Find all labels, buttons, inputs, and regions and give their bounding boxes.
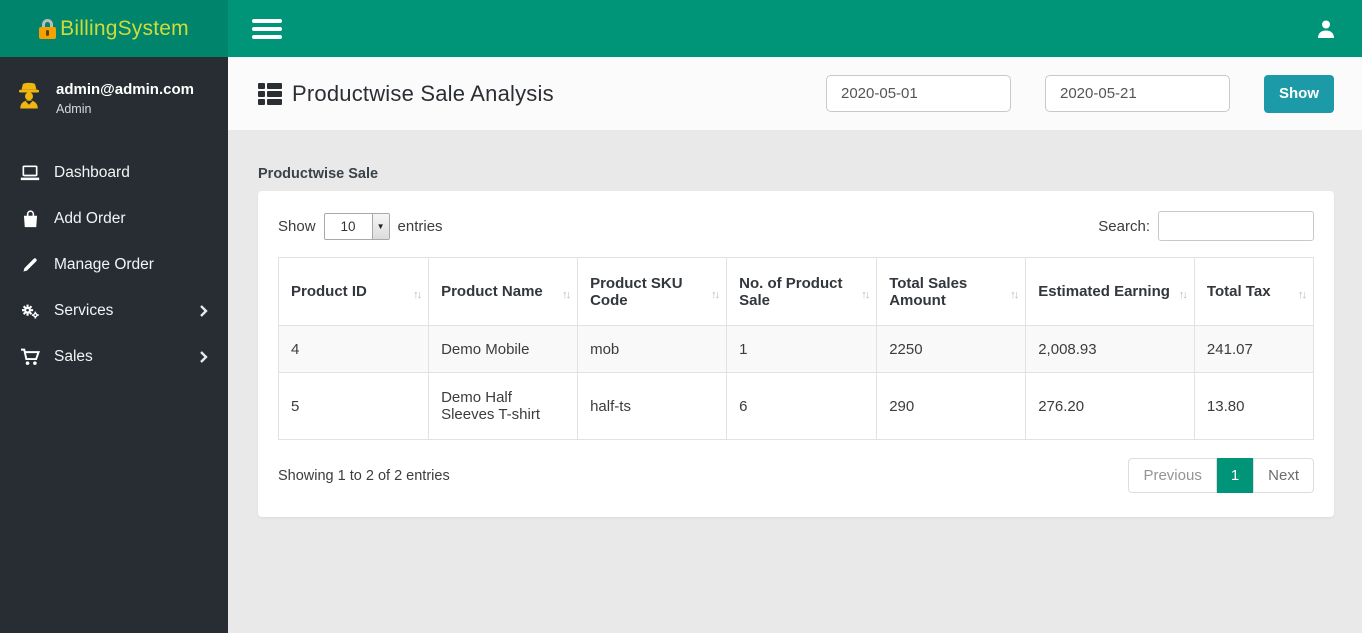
shopping-bag-icon bbox=[20, 210, 40, 228]
brand-logo[interactable]: BillingSystem bbox=[0, 0, 228, 57]
brand-name: BillingSystem bbox=[60, 16, 189, 40]
sort-icon: ↑↓ bbox=[562, 289, 571, 301]
column-header-total-tax[interactable]: Total Tax ↑↓ bbox=[1193, 257, 1315, 326]
sort-icon: ↑↓ bbox=[1178, 289, 1188, 301]
cogs-icon bbox=[20, 302, 40, 320]
cell-total-sales-amount: 2250 bbox=[876, 325, 1027, 373]
sort-icon: ↑↓ bbox=[861, 289, 870, 301]
th-list-icon bbox=[258, 82, 282, 105]
chevron-right-icon bbox=[199, 351, 208, 363]
cell-product-id: 5 bbox=[277, 372, 430, 440]
column-header-estimated-earning[interactable]: Estimated Earning ↑↓ bbox=[1025, 257, 1195, 326]
length-label-before: Show bbox=[278, 217, 316, 235]
cell-estimated-earning: 276.20 bbox=[1025, 372, 1195, 440]
column-header-product-sku-code[interactable]: Product SKU Code ↑↓ bbox=[577, 257, 728, 326]
page-header: Productwise Sale Analysis Show bbox=[228, 57, 1362, 130]
panel-title: Productwise Sale bbox=[258, 166, 379, 182]
hamburger-menu-icon[interactable] bbox=[252, 15, 282, 43]
chevron-right-icon bbox=[199, 305, 208, 317]
cell-total-tax: 241.07 bbox=[1193, 325, 1315, 373]
laptop-icon bbox=[20, 164, 40, 182]
cell-product-sku-code: half-ts bbox=[577, 372, 728, 440]
pagination-next-button[interactable]: Next bbox=[1253, 458, 1314, 493]
entries-select-value: 10 bbox=[340, 218, 356, 234]
select-dropdown-arrow-icon: ▼ bbox=[371, 213, 389, 239]
sort-icon: ↑↓ bbox=[413, 289, 422, 301]
pencil-icon bbox=[20, 256, 40, 274]
shopping-cart-icon bbox=[20, 348, 40, 366]
user-role: Admin bbox=[56, 102, 92, 116]
sidebar-item-label: Manage Order bbox=[54, 256, 154, 273]
cell-estimated-earning: 2,008.93 bbox=[1025, 325, 1195, 373]
cell-no-of-product-sale: 6 bbox=[726, 372, 878, 440]
search-input[interactable] bbox=[1158, 211, 1314, 241]
main-content: Productwise Sale Show 10 ▼ entries Searc… bbox=[228, 130, 1362, 633]
cell-product-sku-code: mob bbox=[577, 325, 728, 373]
sidebar-item-label: Sales bbox=[54, 348, 93, 365]
sort-icon: ↑↓ bbox=[711, 289, 720, 301]
sidebar-item-label: Add Order bbox=[54, 210, 126, 227]
cell-product-id: 4 bbox=[277, 325, 430, 373]
column-header-total-sales-amount[interactable]: Total Sales Amount ↑↓ bbox=[876, 257, 1027, 326]
table-row: 5 Demo Half Sleeves T-shirt half-ts 6 29… bbox=[277, 372, 1315, 440]
productwise-sale-table: Product ID ↑↓ Product Name ↑↓ Product SK… bbox=[277, 257, 1315, 440]
table-row: 4 Demo Mobile mob 1 2250 2,008.93 241.07 bbox=[277, 325, 1315, 373]
length-label-after: entries bbox=[397, 217, 443, 235]
user-secret-icon bbox=[14, 81, 44, 116]
sidebar-item-dashboard[interactable]: Dashboard bbox=[0, 150, 228, 196]
pagination-previous-button[interactable]: Previous bbox=[1128, 458, 1217, 493]
show-button[interactable]: Show bbox=[1264, 74, 1334, 113]
datatable-card: Show 10 ▼ entries Search: Product ID ↑↓ bbox=[258, 191, 1334, 517]
sidebar-item-add-order[interactable]: Add Order bbox=[0, 196, 228, 242]
top-navbar bbox=[228, 0, 1362, 57]
cell-total-tax: 13.80 bbox=[1193, 372, 1315, 440]
table-header-row: Product ID ↑↓ Product Name ↑↓ Product SK… bbox=[277, 257, 1315, 326]
sort-icon: ↑↓ bbox=[1298, 289, 1307, 301]
sort-icon: ↑↓ bbox=[1010, 289, 1019, 301]
column-header-product-name[interactable]: Product Name ↑↓ bbox=[428, 257, 579, 326]
user-account-icon[interactable] bbox=[1314, 17, 1338, 41]
sidebar: BillingSystem admin@admin.com Admin Dash… bbox=[0, 0, 228, 633]
date-from-input[interactable] bbox=[826, 75, 1011, 112]
entries-select[interactable]: 10 ▼ bbox=[323, 212, 390, 240]
sidebar-item-manage-order[interactable]: Services Manage Order bbox=[0, 242, 228, 288]
sidebar-item-label: Dashboard bbox=[54, 164, 130, 181]
column-header-product-id[interactable]: Product ID ↑↓ bbox=[277, 257, 430, 326]
pagination: Previous 1 Next bbox=[1128, 458, 1314, 493]
sidebar-item-sales[interactable]: Sales bbox=[0, 334, 228, 380]
column-header-no-of-product-sale[interactable]: No. of Product Sale ↑↓ bbox=[726, 257, 878, 326]
cell-product-name: Demo Half Sleeves T-shirt bbox=[428, 372, 579, 440]
cell-product-name: Demo Mobile bbox=[428, 325, 579, 373]
sidebar-user-block: admin@admin.com Admin bbox=[0, 57, 228, 136]
page-title: Productwise Sale Analysis bbox=[292, 80, 554, 106]
cell-no-of-product-sale: 1 bbox=[726, 325, 878, 373]
search-label: Search: bbox=[1098, 217, 1150, 235]
cell-total-sales-amount: 290 bbox=[876, 372, 1027, 440]
page-length-control: Show 10 ▼ entries bbox=[278, 212, 443, 240]
date-to-input[interactable] bbox=[1045, 75, 1230, 112]
sidebar-item-services[interactable]: Services bbox=[0, 288, 228, 334]
lock-icon bbox=[39, 18, 57, 39]
table-info: Showing 1 to 2 of 2 entries bbox=[278, 467, 450, 484]
sidebar-item-label: Services bbox=[54, 302, 114, 319]
pagination-page-1-button[interactable]: 1 bbox=[1216, 458, 1254, 493]
sidebar-menu: Dashboard Add Order Services Manage Orde… bbox=[0, 150, 228, 380]
user-email: admin@admin.com bbox=[56, 81, 194, 98]
